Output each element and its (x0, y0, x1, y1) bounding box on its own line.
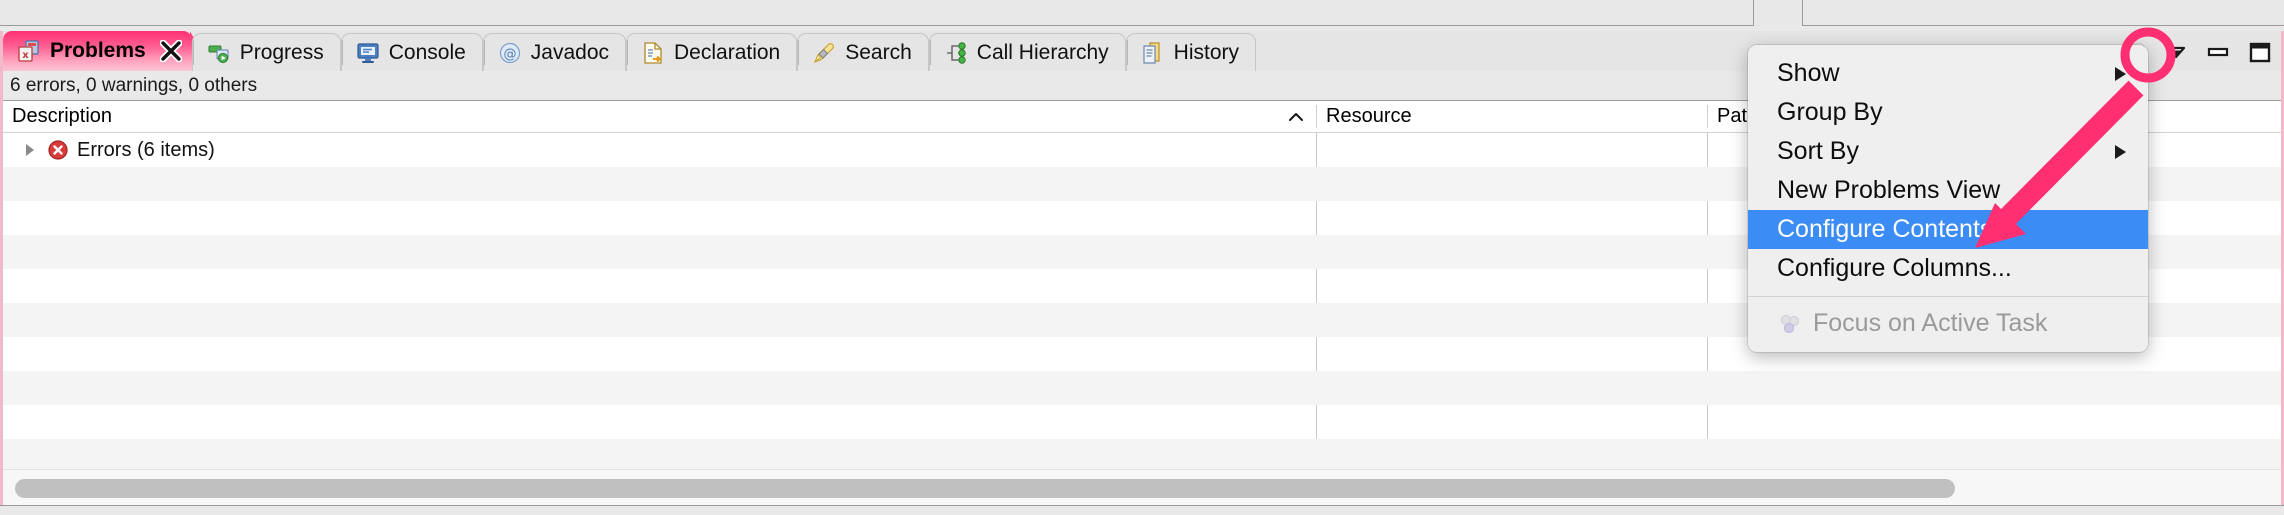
menu-item-focus-on-active-task: Focus on Active Task (1748, 304, 2148, 343)
console-icon (357, 42, 379, 63)
menu-item-configure-contents[interactable]: Configure Contents... (1748, 210, 2148, 249)
menu-item-show[interactable]: Show (1748, 54, 2148, 93)
column-header-resource[interactable]: Resource (1317, 101, 1707, 132)
task-icon (1780, 314, 1800, 333)
call-hierarchy-icon (946, 41, 966, 64)
tab-declaration[interactable]: Declaration (626, 33, 798, 71)
tab-history[interactable]: History (1125, 33, 1257, 71)
minimize-icon[interactable] (2203, 37, 2233, 67)
expand-arrow-icon[interactable] (21, 141, 39, 159)
tab-label: Declaration (674, 40, 781, 64)
row-description: Errors (6 items) (77, 138, 215, 161)
tab-javadoc[interactable]: @ Javadoc (482, 33, 627, 71)
table-row[interactable] (3, 371, 2281, 405)
problems-summary-text: 6 errors, 0 warnings, 0 others (10, 74, 258, 96)
progress-icon (208, 45, 229, 63)
column-label: Description (12, 105, 113, 127)
menu-item-sort-by[interactable]: Sort By (1748, 132, 2148, 171)
table-row[interactable] (3, 439, 2281, 469)
view-menu-icon[interactable] (2161, 37, 2191, 67)
tab-label: Search (845, 40, 912, 64)
editor-pane-left (0, 0, 1754, 26)
tab-problems[interactable]: x Problems (3, 31, 192, 71)
column-label: Resource (1326, 105, 1412, 127)
declaration-icon (644, 41, 662, 64)
menu-item-configure-columns[interactable]: Configure Columns... (1748, 249, 2148, 288)
maximize-icon[interactable] (2245, 37, 2275, 67)
table-row[interactable] (3, 405, 2281, 439)
svg-text:@: @ (503, 47, 516, 62)
menu-item-label: Sort By (1777, 137, 1859, 165)
javadoc-icon: @ (499, 42, 520, 63)
submenu-arrow-icon (2115, 105, 2126, 120)
search-icon (814, 42, 835, 63)
tab-label: Call Hierarchy (976, 40, 1109, 64)
tab-label: History (1173, 40, 1240, 64)
menu-item-label: Show (1777, 59, 1840, 87)
close-icon[interactable] (159, 40, 182, 62)
tab-label: Console (388, 40, 466, 64)
tab-label: Problems (50, 39, 146, 62)
editor-area-above (0, 0, 2284, 26)
svg-text:x: x (22, 50, 29, 61)
menu-item-new-problems-view[interactable]: New Problems View (1748, 171, 2148, 210)
editor-pane-right (1802, 0, 2284, 26)
menu-item-label: Focus on Active Task (1813, 309, 2048, 337)
tab-call-hierarchy[interactable]: Call Hierarchy (928, 33, 1126, 71)
tab-search[interactable]: Search (797, 33, 929, 71)
view-menu: Show Group By Sort By New Problems View … (1748, 45, 2148, 352)
tab-label: Progress (239, 40, 324, 64)
menu-item-label: New Problems View (1777, 176, 2001, 204)
pane-gap (1755, 0, 1802, 26)
problems-icon: x (18, 40, 39, 62)
horizontal-scrollbar[interactable] (3, 469, 2281, 508)
submenu-arrow-icon (2115, 66, 2126, 81)
scrollbar-thumb[interactable] (15, 479, 1955, 498)
tab-console[interactable]: Console (340, 33, 483, 71)
menu-separator (1748, 296, 2148, 297)
history-icon (1143, 41, 1160, 64)
menu-item-label: Group By (1777, 98, 1883, 126)
sort-ascending-icon (1286, 101, 1306, 132)
menu-item-label: Configure Columns... (1777, 254, 2012, 282)
menu-item-group-by[interactable]: Group By (1748, 93, 2148, 132)
error-icon (48, 140, 68, 160)
column-header-description[interactable]: Description (3, 101, 1316, 132)
submenu-arrow-icon (2115, 144, 2126, 159)
menu-item-label: Configure Contents... (1777, 215, 2014, 243)
tab-progress[interactable]: Progress (191, 33, 341, 71)
tab-label: Javadoc (530, 40, 610, 64)
